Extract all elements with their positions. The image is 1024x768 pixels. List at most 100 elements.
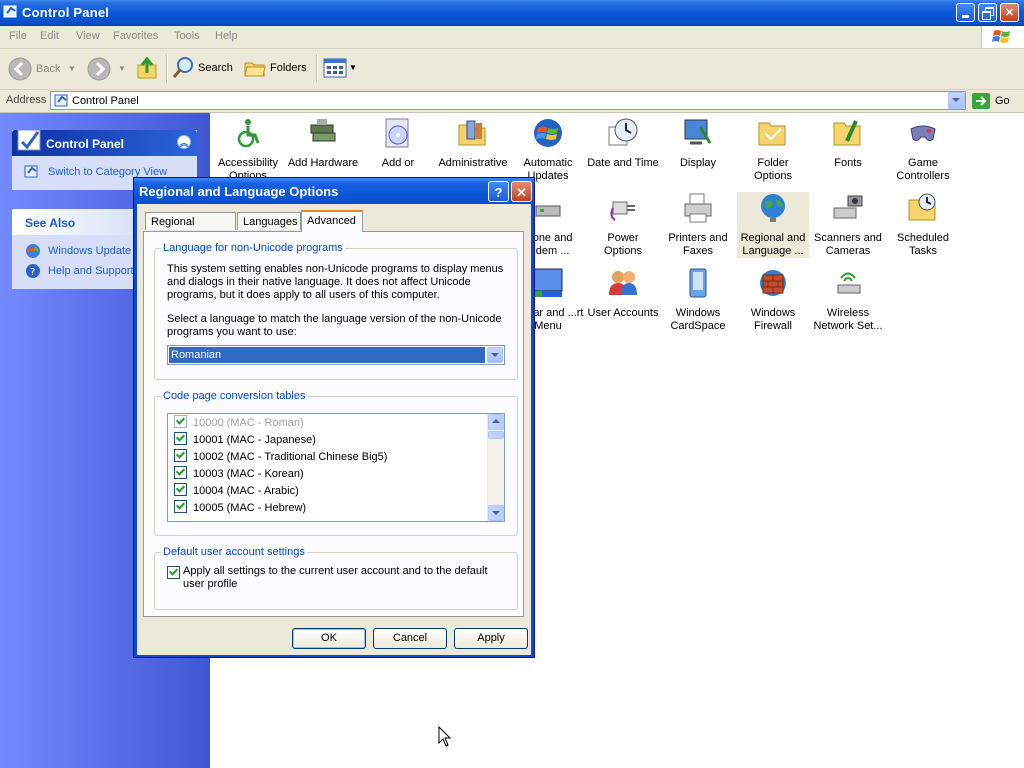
go-label: Go	[995, 95, 1010, 107]
list-item[interactable]: 10005 (MAC - Hebrew)	[174, 500, 306, 517]
icon-regional-and-language-options[interactable]: Regional and Language ...	[737, 192, 809, 258]
icon-scanners-and-cameras[interactable]: Scanners and Cameras	[812, 192, 884, 258]
icon-fonts[interactable]: Fonts	[812, 117, 884, 170]
icon-add-hardware[interactable]: Add Hardware	[287, 117, 359, 170]
list-item[interactable]: 10003 (MAC - Korean)	[174, 466, 304, 483]
scroll-down-button[interactable]	[488, 505, 504, 521]
title-bar[interactable]: Control Panel ✕	[0, 0, 1024, 26]
search-icon	[172, 57, 193, 78]
close-icon: ✕	[1004, 7, 1015, 19]
list-item[interactable]: 10001 (MAC - Japanese)	[174, 432, 316, 449]
dialog-close-button[interactable]: ✕	[511, 181, 532, 202]
control-panel-small-icon	[24, 165, 38, 178]
checkbox[interactable]	[174, 415, 187, 428]
apply-all-checkbox[interactable]	[167, 566, 180, 579]
ok-button[interactable]: OK	[292, 628, 366, 649]
select-language-instruction: Select a language to match the language …	[167, 313, 502, 338]
icon-game-controllers[interactable]: Game Controllers	[887, 117, 959, 183]
icon-printers-and-faxes[interactable]: Printers and Faxes	[662, 192, 734, 258]
folders-label: Folders	[270, 62, 307, 74]
views-button[interactable]: ▼	[323, 58, 357, 80]
scanner-icon	[833, 195, 863, 219]
menu-bar: File Edit View Favorites Tools Help	[0, 26, 1024, 49]
dialog-title-bar[interactable]: Regional and Language Options ? ✕	[134, 178, 534, 204]
gamepad-icon	[910, 125, 936, 142]
address-input[interactable]: Control Panel	[50, 91, 966, 110]
go-arrow-icon	[972, 93, 990, 109]
tab-regional-options[interactable]: Regional Options	[145, 212, 236, 246]
up-folder-icon	[137, 56, 157, 79]
address-dropdown-button[interactable]	[948, 92, 965, 109]
icon-accessibility-options[interactable]: Accessibility Options	[212, 117, 284, 183]
chevron-down-icon	[492, 511, 500, 515]
scroll-thumb[interactable]	[488, 431, 504, 439]
cancel-button[interactable]: Cancel	[373, 628, 447, 649]
default-user-group: Default user account settings Apply all …	[154, 546, 518, 610]
menu-favorites[interactable]: Favorites	[113, 30, 158, 42]
fonts-folder-icon	[833, 120, 861, 146]
icon-power-options[interactable]: Power Options	[587, 192, 659, 258]
menu-file[interactable]: File	[9, 30, 27, 42]
icon-automatic-updates[interactable]: Automatic Updates	[512, 117, 584, 183]
question-icon: ?	[494, 185, 503, 200]
help-button[interactable]: ?	[488, 181, 509, 202]
menu-view[interactable]: View	[76, 30, 100, 42]
checkbox[interactable]	[174, 483, 187, 496]
code-page-list[interactable]: 10000 (MAC - Roman) 10001 (MAC - Japanes…	[167, 413, 505, 522]
icon-scheduled-tasks[interactable]: Scheduled Tasks	[887, 192, 959, 258]
chevron-up-icon	[492, 419, 500, 423]
back-button[interactable]: Back	[8, 57, 64, 81]
taskbar-icon	[533, 268, 563, 297]
tab-advanced[interactable]: Advanced	[301, 210, 363, 232]
back-dropdown-icon[interactable]: ▼	[68, 64, 76, 73]
checkbox[interactable]	[174, 449, 187, 462]
windows-update-icon	[26, 244, 40, 258]
windows-flag-box	[981, 26, 1024, 48]
tab-languages[interactable]: Languages	[237, 212, 301, 230]
icon-windows-cardspace[interactable]: Windows CardSpace	[662, 267, 734, 333]
forward-dropdown-icon[interactable]: ▼	[118, 64, 126, 73]
control-panel-panel-header[interactable]: Control Panel ︽	[12, 129, 197, 156]
scroll-up-button[interactable]	[488, 414, 504, 430]
non-unicode-legend: Language for non-Unicode programs	[161, 242, 345, 254]
language-select-value: Romanian	[169, 347, 485, 363]
list-item[interactable]: 10004 (MAC - Arabic)	[174, 483, 299, 500]
back-arrow-icon	[8, 57, 32, 81]
close-button[interactable]: ✕	[1000, 3, 1019, 22]
menu-edit[interactable]: Edit	[40, 30, 59, 42]
icon-add-remove-programs[interactable]: Add or Remov...	[362, 117, 434, 170]
checkbox[interactable]	[174, 500, 187, 513]
icon-user-accounts[interactable]: User Accounts	[587, 267, 659, 320]
scheduled-tasks-icon	[908, 193, 936, 221]
folders-button[interactable]: Folders	[243, 56, 313, 82]
checkbox[interactable]	[174, 466, 187, 479]
forward-button[interactable]	[87, 57, 111, 81]
close-icon: ✕	[516, 185, 527, 200]
apply-button[interactable]: Apply	[454, 628, 528, 649]
apply-all-label[interactable]: Apply all settings to the current user a…	[183, 565, 503, 591]
wireless-icon	[837, 272, 861, 294]
go-button[interactable]: Go	[970, 92, 1020, 110]
icon-folder-options[interactable]: Folder Options	[737, 117, 809, 183]
minimize-button[interactable]	[956, 3, 975, 22]
language-select[interactable]: Romanian	[167, 345, 505, 365]
search-button[interactable]: Search	[171, 56, 237, 82]
up-button[interactable]	[136, 55, 160, 81]
code-page-group: Code page conversion tables 10000 (MAC -…	[154, 390, 518, 536]
icon-administrative-tools[interactable]: Administrative Tools	[437, 117, 509, 170]
list-item[interactable]: 10000 (MAC - Roman)	[174, 415, 304, 432]
menu-help[interactable]: Help	[215, 30, 238, 42]
list-item[interactable]: 10002 (MAC - Traditional Chinese Big5)	[174, 449, 387, 466]
menu-tools[interactable]: Tools	[174, 30, 200, 42]
icon-display[interactable]: Display	[662, 117, 734, 170]
icon-wireless-network-setup[interactable]: Wireless Network Set...	[812, 267, 884, 333]
collapse-icon[interactable]: ︽	[177, 135, 191, 149]
search-label: Search	[198, 62, 233, 74]
cd-icon	[385, 118, 409, 148]
language-dropdown-button[interactable]	[487, 347, 503, 363]
checkbox[interactable]	[174, 432, 187, 445]
icon-date-and-time[interactable]: Date and Time	[587, 117, 659, 170]
list-scrollbar[interactable]	[487, 414, 504, 521]
restore-button[interactable]	[978, 3, 997, 22]
icon-windows-firewall[interactable]: Windows Firewall	[737, 267, 809, 333]
